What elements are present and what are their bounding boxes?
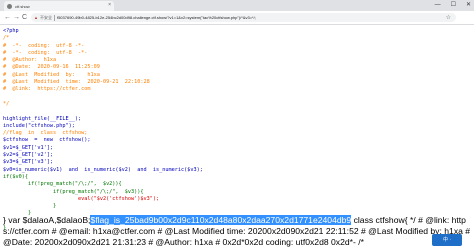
globe-icon bbox=[7, 3, 12, 9]
code-line: $v2=$_GET['v2']; bbox=[3, 152, 53, 159]
code-line: if($v0){ bbox=[3, 173, 28, 180]
star-icon[interactable]: ☆ bbox=[446, 14, 451, 21]
code-line: highlight_file(__FILE__); bbox=[3, 115, 82, 122]
code-line: # @Date: 2020-09-16 11:25:09 bbox=[3, 64, 100, 71]
code-line: include("ctfshow.php"); bbox=[3, 122, 75, 129]
tab-ctfshow[interactable]: ctf.show × bbox=[4, 1, 114, 11]
security-label[interactable]: 不安全 bbox=[40, 15, 52, 21]
code-line: $v1=$_GET['v1']; bbox=[3, 144, 53, 151]
code-line: # @Author: h1xa bbox=[3, 57, 57, 64]
close-icon[interactable]: × bbox=[108, 2, 111, 9]
code-line: } bbox=[3, 203, 57, 210]
ime-indicator[interactable]: 中 · bbox=[432, 234, 462, 246]
code-line: if(preg_match("/\;/", $v3)){ bbox=[3, 188, 144, 195]
tab-bar: ctf.show × — ☐ ✕ bbox=[0, 0, 474, 11]
url-input[interactable]: ▲ 不安全 f5037690-49b0-4825-b12e-254bc2d00d… bbox=[31, 13, 456, 22]
flag-selection[interactable]: $flag_is_25bad9b00x2d9c110x2d48a80x2daa2… bbox=[90, 215, 352, 225]
window-close-icon[interactable]: ✕ bbox=[466, 0, 471, 10]
warning-icon[interactable]: ▲ bbox=[34, 15, 38, 20]
url-text[interactable]: f5037690-49b0-4825-b12e-254bc2d00d98.cha… bbox=[57, 15, 256, 20]
code-line: if(!preg_match("/\;/", $v2)){ bbox=[3, 181, 122, 188]
code-line: eval("$v2('ctfshow')$v3"); bbox=[3, 195, 160, 202]
code-line: $v3=$_GET['v3']; bbox=[3, 159, 53, 166]
code-line: //flag in class ctfshow; bbox=[3, 130, 88, 137]
divider bbox=[53, 14, 55, 21]
code-line: <?php bbox=[3, 28, 19, 34]
code-line: # @link: https://ctfer.com bbox=[3, 86, 91, 93]
code-line: /* bbox=[3, 35, 10, 42]
code-line: # @Last Modified by: h1xa bbox=[3, 71, 100, 78]
reload-icon[interactable]: C bbox=[22, 12, 27, 23]
output-prefix: } var $dalaoA,$dalaoB; bbox=[3, 215, 91, 225]
back-icon[interactable]: ← bbox=[4, 12, 11, 23]
code-line: $v0=is_numeric($v1) and is_numeric($v2) … bbox=[3, 166, 203, 173]
tab-title: ctf.show bbox=[15, 3, 30, 9]
code-line: # -*- coding: utf-8 -*- bbox=[3, 49, 88, 56]
code-line: $ctfshow = new ctfshow(); bbox=[3, 137, 91, 144]
code-line: */ bbox=[3, 100, 10, 107]
forward-icon[interactable]: → bbox=[13, 12, 20, 23]
address-bar: ← → C ▲ 不安全 f5037690-49b0-4825-b12e-254b… bbox=[0, 11, 474, 25]
code-line: # @Last Modified time: 2020-09-21 22:10:… bbox=[3, 79, 150, 86]
minimize-icon[interactable]: — bbox=[435, 0, 441, 10]
page-output: } var $dalaoA,$dalaoB;$flag_is_25bad9b00… bbox=[3, 215, 471, 249]
maximize-icon[interactable]: ☐ bbox=[451, 0, 456, 10]
source-code: <?php /* # -*- coding: utf-8 -*- # -*- c… bbox=[3, 28, 203, 232]
code-line: # -*- coding: utf-8 -*- bbox=[3, 42, 85, 49]
page-content: <?php /* # -*- coding: utf-8 -*- # -*- c… bbox=[0, 25, 474, 251]
window-controls: — ☐ ✕ bbox=[435, 0, 471, 10]
